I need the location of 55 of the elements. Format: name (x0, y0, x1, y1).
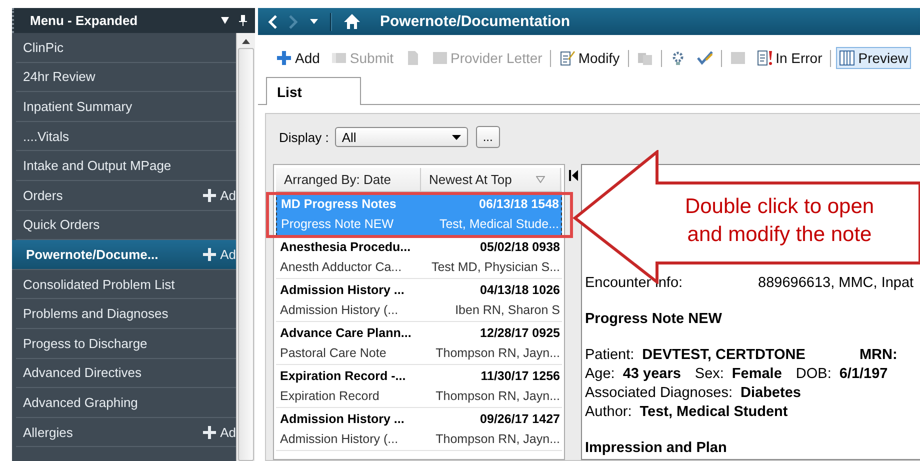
collapse-icon[interactable] (568, 170, 578, 181)
column-header[interactable]: Newest At Top (421, 168, 561, 191)
note-row[interactable]: Anesthesia Procedu... 05/02/18 0938 Anesth Adductor Ca... Test MD, Physician S... (276, 236, 562, 279)
menu-title: Menu - Expanded (30, 13, 139, 28)
dropdown-icon[interactable] (310, 19, 318, 24)
plus-icon (203, 188, 216, 202)
edit-icon[interactable] (559, 50, 576, 66)
scroll-up-icon[interactable] (242, 39, 250, 44)
plus-icon (203, 248, 216, 261)
field-value: Diabetes (740, 384, 801, 400)
home-icon[interactable] (344, 14, 360, 29)
display-dropdown[interactable]: All (334, 127, 468, 147)
note-row[interactable]: Advance Care Plann... 12/28/17 0925 Pastoral Care Note Thompson RN, Jayn... (276, 322, 562, 365)
plus-icon (203, 426, 216, 439)
field-value: DEVTEST, CERTDTONE (642, 346, 806, 362)
field-value: MRN: (859, 346, 898, 362)
section-heading: Impression and Plan (585, 438, 728, 457)
field-value: Female (732, 366, 782, 382)
columns-icon[interactable] (839, 50, 856, 66)
field-value: Test, Medical Student (640, 404, 788, 420)
callout-text: Double click to open and modify the note (684, 194, 876, 248)
column-header[interactable]: Arranged By: Date (276, 168, 421, 191)
field-label: Sex: (694, 366, 724, 382)
field-label: Associated Diagnoses: (585, 384, 732, 400)
page-title: Powernote/Documentation (380, 13, 570, 30)
field-value: 6/1/197 (839, 366, 888, 382)
menu-item[interactable]: Orders Ad (16, 180, 236, 211)
add-link[interactable]: Ad (203, 246, 236, 262)
section-heading: Progress Note NEW (585, 310, 723, 328)
tab[interactable]: List (266, 77, 361, 105)
field-value: 889696613, MMC, Inpat (758, 274, 914, 290)
field-label: DOB: (796, 366, 832, 382)
sort-icon[interactable] (536, 176, 545, 183)
field-label: Age: (585, 366, 615, 382)
error-document-icon[interactable] (756, 50, 773, 66)
field-label: Author: (585, 404, 632, 420)
add-link[interactable]: Ad (203, 424, 236, 440)
pin-icon[interactable] (239, 15, 247, 26)
field-label: Patient: (585, 346, 634, 362)
toolbar-button[interactable]: Preview (836, 47, 912, 69)
toolbar-button[interactable]: Modify (556, 47, 623, 69)
note-row[interactable]: Admission History ... 04/13/18 1026 Admission History (... Iben RN, Sharon S (276, 279, 562, 322)
toolbar-button[interactable]: In Error (754, 47, 826, 69)
plus-icon[interactable] (276, 50, 292, 66)
more-button[interactable]: ... (476, 126, 500, 148)
field-value: 43 years (622, 366, 681, 382)
add-link[interactable]: Ad (203, 188, 236, 203)
menu-item[interactable]: Allergies Ad (16, 418, 236, 448)
menu-item[interactable]: Powernote/Docume... Ad (12, 240, 236, 270)
toolbar-button[interactable]: Add (273, 47, 323, 69)
note-row[interactable]: Admission History ... 09/26/17 1427 Admission History (... Thompson RN, Jayn... (276, 408, 562, 451)
note-row[interactable]: Expiration Record -... 11/30/17 1256 Expiration Record Thompson RN, Jayn... (276, 365, 562, 408)
dropdown-icon[interactable] (221, 17, 229, 24)
caret-icon (452, 134, 461, 140)
display-label: Display : (279, 130, 329, 144)
